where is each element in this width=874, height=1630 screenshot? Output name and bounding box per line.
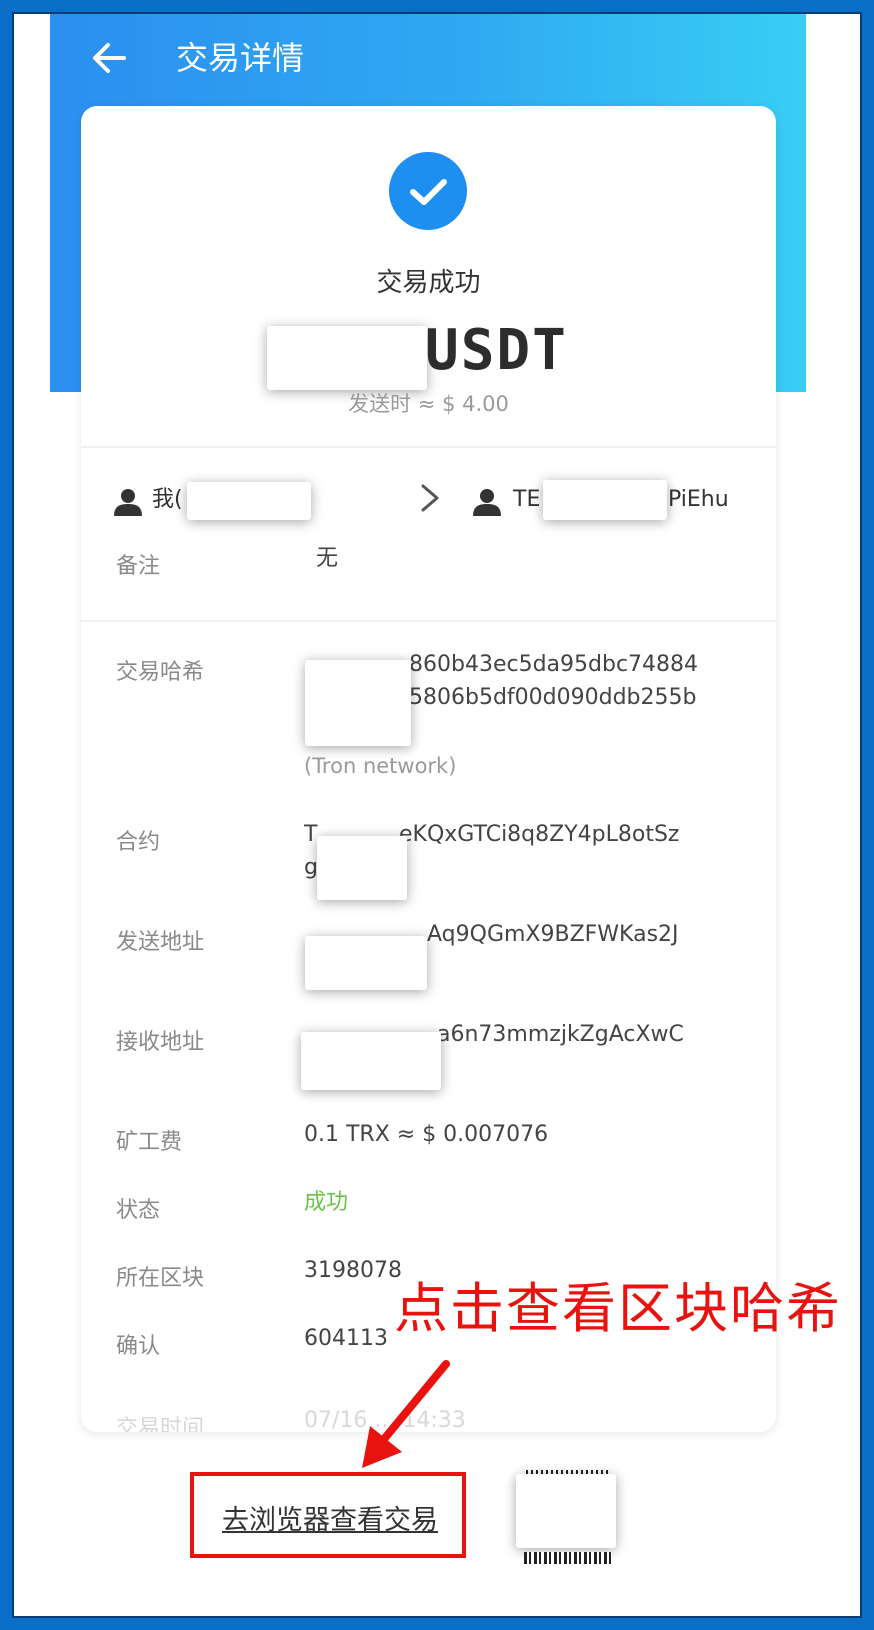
contract-prefix: T [304, 822, 318, 847]
redacted-from-address [187, 482, 311, 520]
divider [81, 620, 776, 622]
user-icon [114, 489, 142, 516]
to-prefix: TE [513, 487, 541, 512]
memo-value: 无 [316, 546, 339, 571]
redacted-amount [267, 326, 427, 390]
annotation-text: 点击查看区块哈希 [394, 1277, 842, 1340]
approx-value: 发送时 ≈ $ 4.00 [348, 392, 509, 416]
fee-label: 矿工费 [116, 1130, 183, 1155]
qr-fragment [524, 1552, 612, 1564]
hash-line-2[interactable]: 5806b5df00d090ddb255b [409, 681, 696, 714]
status-title: 交易成功 [376, 268, 481, 298]
sender-label: 发送地址 [116, 930, 205, 955]
state-value: 成功 [304, 1190, 349, 1215]
sender-address[interactable]: Aq9QGmX9BZFWKas2J [427, 918, 679, 951]
confirm-value: 604113 [304, 1326, 388, 1351]
redacted-sender [305, 936, 427, 990]
page-title: 交易详情 [176, 39, 305, 77]
amount-row: USDT [267, 316, 667, 396]
memo-label: 备注 [116, 554, 161, 579]
annotation-arrow-icon [362, 1360, 450, 1468]
contract-label: 合约 [116, 830, 161, 855]
qr-code-icon[interactable] [516, 1470, 616, 1564]
user-icon [473, 489, 501, 516]
block-value[interactable]: 3198078 [304, 1254, 402, 1287]
time-label: 交易时间 [116, 1416, 205, 1432]
confirm-label: 确认 [116, 1334, 161, 1359]
divider [81, 446, 776, 448]
hash-label: 交易哈希 [116, 660, 205, 685]
contract-line-2: g [304, 855, 318, 880]
back-arrow-icon[interactable] [88, 36, 132, 80]
contract-value[interactable]: eKQxGTCi8q8ZY4pL8otSz [399, 818, 679, 851]
hash-line-1[interactable]: 860b43ec5da95dbc74884 [409, 648, 698, 681]
redacted-receiver [301, 1032, 441, 1090]
redacted-hash [305, 660, 411, 746]
success-check-icon [389, 152, 467, 230]
redacted-to-address [543, 480, 667, 520]
hash-network: (Tron network) [304, 754, 457, 778]
receiver-label: 接收地址 [116, 1030, 205, 1055]
chevron-right-icon [415, 478, 445, 518]
redacted-qr-code [516, 1474, 616, 1548]
fee-value: 0.1 TRX ≈ $ 0.007076 [304, 1122, 549, 1147]
annotation-highlight-box [190, 1472, 466, 1558]
state-label: 状态 [116, 1198, 161, 1223]
redacted-contract [317, 836, 407, 900]
to-suffix: PiEhu [668, 487, 729, 512]
transaction-card: 交易成功 USDT 发送时 ≈ $ 4.00 我( TE PiEhu 备注 无 … [81, 106, 776, 1432]
amount-unit: USDT [425, 318, 568, 383]
from-label: 我( [152, 487, 183, 512]
block-label: 所在区块 [116, 1266, 205, 1291]
receiver-address[interactable]: a6n73mmzjkZgAcXwC [437, 1018, 684, 1051]
